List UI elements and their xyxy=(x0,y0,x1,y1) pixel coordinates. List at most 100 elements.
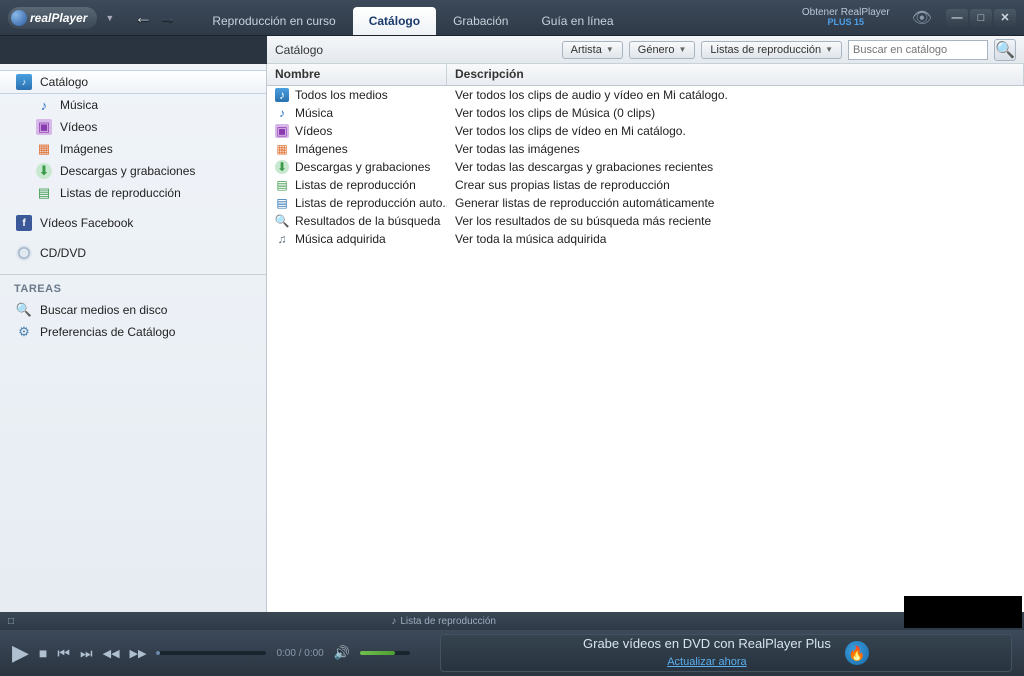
promo-title: Grabe vídeos en DVD con RealPlayer Plus xyxy=(583,636,831,652)
playlist-label[interactable]: Lista de reproducción xyxy=(400,616,496,627)
table-row[interactable]: ⬇Descargas y grabacionesVer todas las de… xyxy=(267,158,1024,176)
sidebar-item-label: Catálogo xyxy=(40,75,88,89)
volume-icon[interactable]: 🔊 xyxy=(334,645,350,661)
upgrade-link[interactable]: Obtener RealPlayer PLUS 15 xyxy=(802,7,890,28)
player-bar: ▶ ■ ⏮ ⏭ ◀◀ ▶▶ 0:00 / 0:00 🔊 Grabe vídeos… xyxy=(0,630,1024,676)
search-disk-icon: 🔍 xyxy=(16,302,32,318)
tab-online-guide[interactable]: Guía en línea xyxy=(525,7,629,35)
chevron-down-icon: ▼ xyxy=(606,45,614,54)
sidebar-item-label: Música xyxy=(60,98,98,112)
table-body: ♪Todos los mediosVer todos los clips de … xyxy=(267,86,1024,612)
table-row[interactable]: ▦ImágenesVer todas las imágenes xyxy=(267,140,1024,158)
search-input[interactable] xyxy=(848,40,988,60)
sidebar-item-downloads[interactable]: ⬇ Descargas y grabaciones xyxy=(0,160,266,182)
video-icon: ▣ xyxy=(275,124,289,138)
breadcrumb: Catálogo xyxy=(275,43,556,57)
table-row[interactable]: ▤Listas de reproducciónCrear sus propias… xyxy=(267,176,1024,194)
black-overlay xyxy=(904,596,1022,628)
disc-icon xyxy=(16,245,32,261)
filter-playlists[interactable]: Listas de reproducción▼ xyxy=(701,41,842,59)
sidebar-item-catalog[interactable]: ♪ Catálogo xyxy=(0,70,266,94)
search-icon: 🔍 xyxy=(995,40,1015,60)
sidebar-item-images[interactable]: ▦ Imágenes xyxy=(0,138,266,160)
filter-genre[interactable]: Género▼ xyxy=(629,41,696,59)
rewind-button[interactable]: ◀◀ xyxy=(103,647,120,660)
all-media-icon: ♪ xyxy=(275,88,289,102)
close-button[interactable]: ✕ xyxy=(994,9,1016,27)
purchased-icon: ♫ xyxy=(275,232,289,246)
table-row[interactable]: ▤Listas de reproducción auto...Generar l… xyxy=(267,194,1024,212)
table-headers: Nombre Descripción xyxy=(267,64,1024,86)
seek-slider[interactable] xyxy=(156,651,266,655)
sidebar-item-facebook[interactable]: f Vídeos Facebook xyxy=(0,212,266,234)
tasks-header: TAREAS xyxy=(0,274,266,299)
sidebar-item-label: CD/DVD xyxy=(40,246,86,260)
sidebar-item-label: Listas de reproducción xyxy=(60,186,181,200)
window-controls: — □ ✕ xyxy=(946,9,1016,27)
image-icon: ▦ xyxy=(36,141,52,157)
nav-arrows: ← → xyxy=(134,7,176,28)
task-label: Buscar medios en disco xyxy=(40,303,167,317)
playlist-icon: ♪ xyxy=(391,616,396,627)
chevron-down-icon: ▼ xyxy=(678,45,686,54)
tab-recording[interactable]: Grabación xyxy=(437,7,524,35)
sidebar-item-label: Vídeos Facebook xyxy=(40,216,133,230)
table-row[interactable]: ♫Música adquiridaVer toda la música adqu… xyxy=(267,230,1024,248)
sidebar-item-videos[interactable]: ▣ Vídeos xyxy=(0,116,266,138)
sidebar-item-label: Imágenes xyxy=(60,142,113,156)
app-logo[interactable]: realPlayer xyxy=(8,7,97,29)
catalog-toolbar: Catálogo Artista▼ Género▼ Listas de repr… xyxy=(267,36,1024,64)
playlist-icon: ▤ xyxy=(275,178,289,192)
sidebar-item-playlists[interactable]: ▤ Listas de reproducción xyxy=(0,182,266,204)
back-button[interactable]: ← xyxy=(134,7,152,28)
playlist-icon: ▤ xyxy=(36,185,52,201)
search-button[interactable]: 🔍 xyxy=(994,39,1016,61)
play-button[interactable]: ▶ xyxy=(12,640,29,666)
stop-button[interactable]: ■ xyxy=(39,645,47,661)
app-menu-dropdown[interactable]: ▼ xyxy=(105,13,114,23)
sidebar-item-cddvd[interactable]: CD/DVD xyxy=(0,242,266,264)
forward-button: → xyxy=(158,7,176,28)
volume-slider[interactable] xyxy=(360,651,410,655)
promo-link[interactable]: Actualizar ahora xyxy=(667,656,747,668)
maximize-button[interactable]: □ xyxy=(970,9,992,27)
tab-catalog[interactable]: Catálogo xyxy=(353,7,436,35)
autoplaylist-icon: ▤ xyxy=(275,196,289,210)
sidebar-item-label: Descargas y grabaciones xyxy=(60,164,195,178)
main-area: ♪ Catálogo ♪ Música ▣ Vídeos ▦ Imágenes … xyxy=(0,64,1024,612)
facebook-icon: f xyxy=(16,215,32,231)
download-icon: ⬇ xyxy=(275,160,289,174)
sidebar-item-music[interactable]: ♪ Música xyxy=(0,94,266,116)
main-tabs: Reproducción en curso Catálogo Grabación… xyxy=(196,0,798,35)
next-button[interactable]: ⏭ xyxy=(80,645,93,662)
app-name: realPlayer xyxy=(30,11,87,25)
music-icon: ♪ xyxy=(275,106,289,120)
table-row[interactable]: ♪MúsicaVer todos los clips de Música (0 … xyxy=(267,104,1024,122)
image-icon: ▦ xyxy=(275,142,289,156)
titlebar: realPlayer ▼ ← → Reproducción en curso C… xyxy=(0,0,1024,36)
table-row[interactable]: ▣VídeosVer todos los clips de vídeo en M… xyxy=(267,122,1024,140)
table-row[interactable]: 🔍Resultados de la búsquedaVer los result… xyxy=(267,212,1024,230)
column-name-header[interactable]: Nombre xyxy=(267,64,447,85)
time-display: 0:00 / 0:00 xyxy=(276,648,323,659)
minimize-button[interactable]: — xyxy=(946,9,968,27)
column-desc-header[interactable]: Descripción xyxy=(447,64,1024,85)
video-icon: ▣ xyxy=(36,119,52,135)
visibility-icon[interactable]: 👁 xyxy=(912,8,932,28)
prev-button[interactable]: ⏮ xyxy=(57,645,70,662)
chevron-down-icon: ▼ xyxy=(825,45,833,54)
fastforward-button[interactable]: ▶▶ xyxy=(130,647,147,660)
content-area: Nombre Descripción ♪Todos los mediosVer … xyxy=(267,64,1024,612)
mini-toggle-icon[interactable]: □ xyxy=(8,616,14,627)
catalog-icon: ♪ xyxy=(16,74,32,90)
preferences-icon: ⚙ xyxy=(16,324,32,340)
flame-icon[interactable]: 🔥 xyxy=(845,641,869,665)
promo-panel: Grabe vídeos en DVD con RealPlayer Plus … xyxy=(440,634,1012,672)
download-icon: ⬇ xyxy=(36,163,52,179)
upgrade-plus-text: PLUS 15 xyxy=(802,18,890,28)
tab-now-playing[interactable]: Reproducción en curso xyxy=(196,7,351,35)
task-search-disk[interactable]: 🔍 Buscar medios en disco xyxy=(0,299,266,321)
filter-artist[interactable]: Artista▼ xyxy=(562,41,623,59)
table-row[interactable]: ♪Todos los mediosVer todos los clips de … xyxy=(267,86,1024,104)
task-preferences[interactable]: ⚙ Preferencias de Catálogo xyxy=(0,321,266,343)
